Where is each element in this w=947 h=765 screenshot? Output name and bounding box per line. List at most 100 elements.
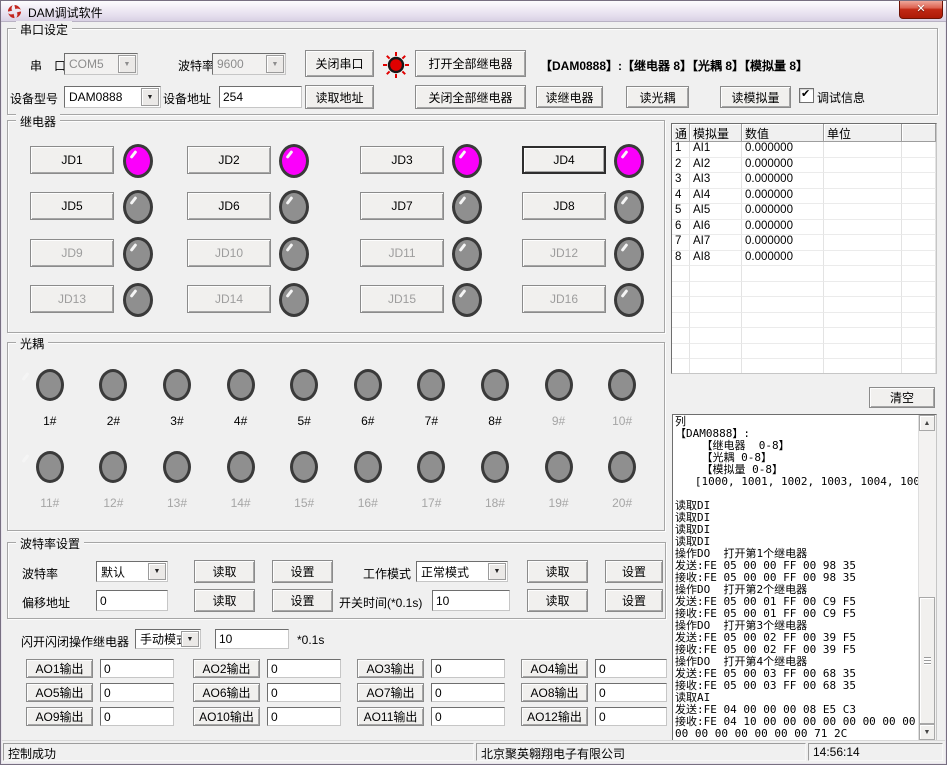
table-row[interactable]: 3 AI3 0.000000 (672, 173, 936, 189)
relay-button-jd4[interactable]: JD4 (522, 146, 606, 174)
relay-button-jd9: JD9 (30, 239, 114, 267)
log-output[interactable]: 列 【DAM0888】: 【继电器 0-8】 【光耦 0-8】 【模拟量 0-8… (672, 414, 937, 741)
table-row[interactable]: 2 AI2 0.000000 (672, 158, 936, 174)
ao11-output-button[interactable]: AO11输出 (357, 707, 424, 726)
ao11-output-input[interactable] (431, 707, 505, 726)
relay-button-jd5[interactable]: JD5 (30, 192, 114, 220)
relay-button-jd6[interactable]: JD6 (187, 192, 271, 220)
close-all-relays-button[interactable]: 关闭全部继电器 (415, 85, 526, 109)
cell-analog: AI2 (690, 158, 742, 174)
read-analog-button[interactable]: 读模拟量 (720, 86, 791, 108)
baud-set-button[interactable]: 设置 (272, 560, 333, 583)
ao6-output-button[interactable]: AO6输出 (193, 683, 260, 702)
opto-led-11 (36, 451, 64, 483)
ao9-output-button[interactable]: AO9输出 (26, 707, 93, 726)
table-row[interactable]: 8 AI8 0.000000 (672, 251, 936, 267)
ao8-output-input[interactable] (595, 683, 667, 702)
cell-analog: AI3 (690, 173, 742, 189)
flash-mode-combo[interactable]: 手动模式 ▼ (135, 629, 201, 649)
debug-info-checkbox[interactable] (799, 88, 814, 103)
work-mode-read-button[interactable]: 读取 (527, 560, 588, 583)
table-row[interactable]: 1 AI1 0.000000 (672, 142, 936, 158)
work-mode-label: 工作模式 (363, 565, 411, 582)
opto-led-9 (545, 369, 573, 401)
clear-log-button[interactable]: 清空 (869, 387, 935, 408)
close-button[interactable]: ✕ (899, 1, 943, 19)
opto-group-label: 光耦 (16, 335, 48, 352)
model-combo[interactable]: DAM0888 ▼ (64, 86, 161, 108)
ao9-output-input[interactable] (100, 707, 174, 726)
switch-time-input[interactable] (432, 590, 510, 611)
col-header-value[interactable]: 数值 (742, 124, 824, 142)
offset-addr-input[interactable] (96, 590, 168, 611)
offset-read-button[interactable]: 读取 (194, 589, 255, 612)
ao5-output-button[interactable]: AO5输出 (26, 683, 93, 702)
ao2-output-button[interactable]: AO2输出 (193, 659, 260, 678)
relay-button-jd7[interactable]: JD7 (360, 192, 444, 220)
port-combo: COM5 ▼ (64, 53, 138, 75)
table-row[interactable]: 4 AI4 0.000000 (672, 189, 936, 205)
offset-addr-label: 偏移地址 (22, 594, 70, 611)
offset-set-button[interactable]: 设置 (272, 589, 333, 612)
ao2-output-input[interactable] (267, 659, 341, 678)
table-row-empty (672, 266, 936, 282)
log-scrollbar[interactable]: ▲ ▼ (918, 415, 936, 740)
ao1-output-button[interactable]: AO1输出 (26, 659, 93, 678)
ao4-output-button[interactable]: AO4输出 (521, 659, 588, 678)
opto-led-17 (417, 451, 445, 483)
ao10-output-button[interactable]: AO10输出 (193, 707, 260, 726)
col-header-channel[interactable]: 通 (672, 124, 690, 142)
work-mode-set-button[interactable]: 设置 (605, 560, 663, 583)
close-port-button[interactable]: 关闭串口 (305, 50, 374, 77)
relay-button-jd8[interactable]: JD8 (522, 192, 606, 220)
status-time: 14:56:14 (808, 743, 943, 761)
baud-setting-combo[interactable]: 默认 ▼ (96, 561, 168, 582)
ao4-output-input[interactable] (595, 659, 667, 678)
read-opto-button[interactable]: 读光耦 (626, 86, 689, 108)
open-all-relays-button[interactable]: 打开全部继电器 (415, 50, 526, 77)
relay-button-jd13: JD13 (30, 285, 114, 313)
scrollbar-thumb[interactable] (919, 597, 935, 724)
ao8-output-button[interactable]: AO8输出 (521, 683, 588, 702)
cell-value: 0.000000 (742, 189, 824, 205)
relay-button-jd1[interactable]: JD1 (30, 146, 114, 174)
flash-time-input[interactable] (215, 629, 289, 649)
status-message: 控制成功 (3, 743, 474, 761)
switch-time-set-button[interactable]: 设置 (605, 589, 663, 612)
opto-label: 19# (549, 496, 569, 510)
opto-led-15 (290, 451, 318, 483)
ao5-output-input[interactable] (100, 683, 174, 702)
col-header-analog[interactable]: 模拟量 (690, 124, 742, 142)
table-row[interactable]: 7 AI7 0.000000 (672, 235, 936, 251)
chevron-down-icon: ▼ (148, 563, 166, 580)
ao7-output-button[interactable]: AO7输出 (357, 683, 424, 702)
read-addr-button[interactable]: 读取地址 (305, 85, 374, 109)
col-header-unit[interactable]: 单位 (824, 124, 902, 142)
relay-led-jd16 (614, 283, 644, 317)
col-header-extra[interactable] (902, 124, 936, 142)
switch-time-read-button[interactable]: 读取 (527, 589, 588, 612)
relay-button-jd2[interactable]: JD2 (187, 146, 271, 174)
ao7-output-input[interactable] (431, 683, 505, 702)
baud-read-button[interactable]: 读取 (194, 560, 255, 583)
ao3-output-input[interactable] (431, 659, 505, 678)
table-row[interactable]: 5 AI5 0.000000 (672, 204, 936, 220)
ao3-output-button[interactable]: AO3输出 (357, 659, 424, 678)
ao1-output-input[interactable] (100, 659, 174, 678)
device-addr-input[interactable] (219, 86, 302, 108)
scroll-up-icon[interactable]: ▲ (919, 415, 935, 431)
ao12-output-button[interactable]: AO12输出 (521, 707, 588, 726)
work-mode-combo[interactable]: 正常模式 ▼ (416, 561, 508, 582)
opto-label: 12# (103, 496, 123, 510)
table-row[interactable]: 6 AI6 0.000000 (672, 220, 936, 236)
read-relay-button[interactable]: 读继电器 (536, 86, 603, 108)
app-logo-icon (7, 4, 22, 19)
baud-label: 波特率 (178, 57, 214, 74)
cell-unit (824, 158, 902, 174)
scroll-down-icon[interactable]: ▼ (919, 724, 935, 740)
ao10-output-input[interactable] (267, 707, 341, 726)
relay-button-jd3[interactable]: JD3 (360, 146, 444, 174)
ao12-output-input[interactable] (595, 707, 667, 726)
title-bar[interactable]: DAM调试软件 ✕ (1, 1, 946, 22)
ao6-output-input[interactable] (267, 683, 341, 702)
